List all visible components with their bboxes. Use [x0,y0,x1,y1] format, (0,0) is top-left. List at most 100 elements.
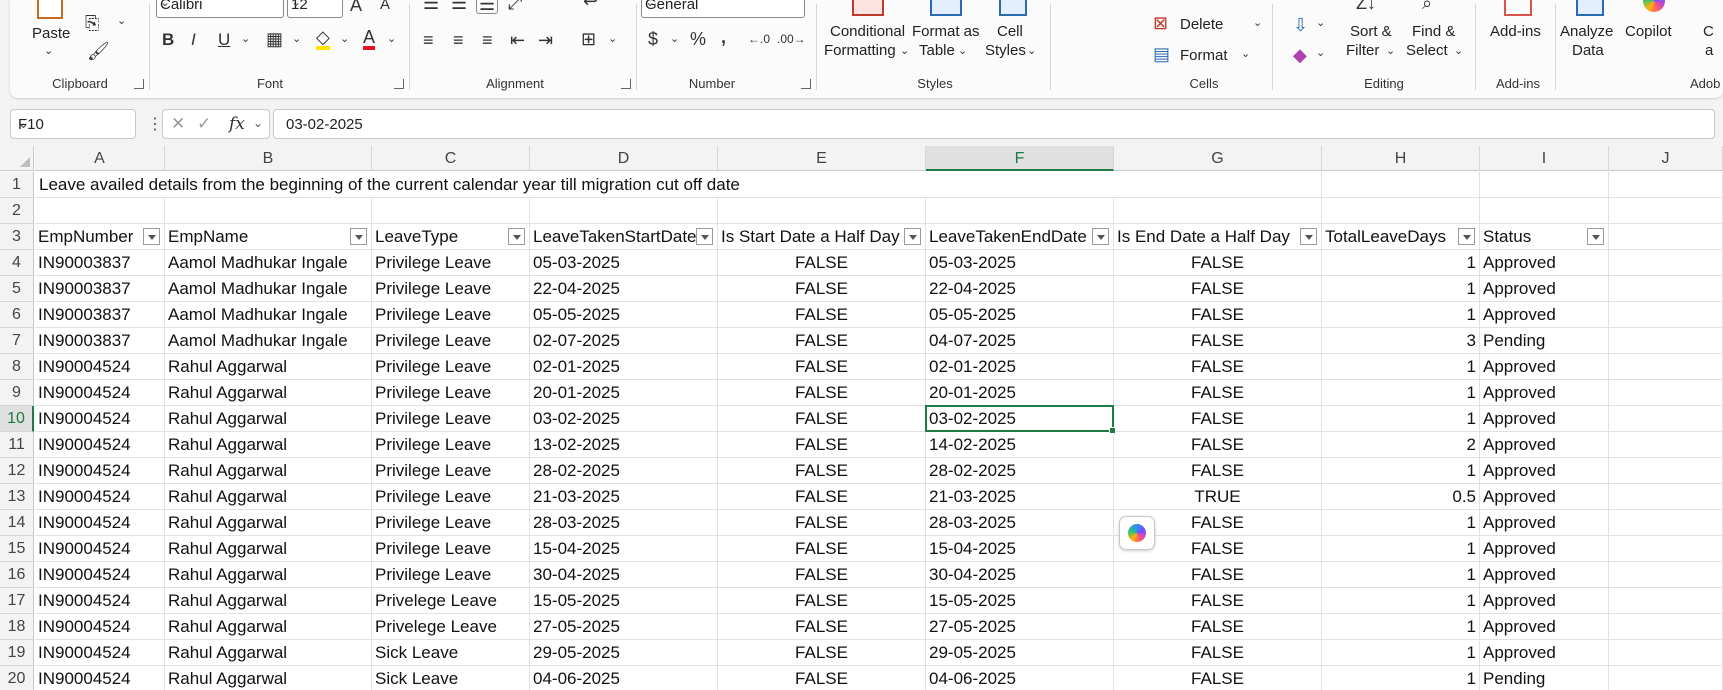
table-cell[interactable]: Pending [1480,328,1609,354]
table-cell[interactable]: 02-01-2025 [530,354,718,380]
empty-cell[interactable] [1114,172,1322,198]
table-cell[interactable]: 1 [1322,562,1480,588]
table-cell[interactable]: 28-02-2025 [926,458,1114,484]
row-header[interactable]: 17 [0,588,34,614]
table-cell[interactable]: 20-01-2025 [926,380,1114,406]
table-cell[interactable]: FALSE [718,276,926,302]
row-header[interactable]: 15 [0,536,34,562]
table-cell[interactable]: Privilege Leave [372,432,530,458]
table-cell[interactable]: FALSE [1114,614,1322,640]
table-cell[interactable]: Approved [1480,484,1609,510]
table-header-cell[interactable]: Is Start Date a Half Day [718,224,926,250]
row-header[interactable]: 18 [0,614,34,640]
empty-cell[interactable] [1609,198,1723,224]
clear-icon[interactable]: ◆ [1293,46,1307,64]
orientation-icon[interactable]: ⤢ [508,0,522,12]
bold-icon[interactable]: B [162,31,174,49]
table-cell[interactable]: Rahul Aggarwal [165,354,372,380]
table-cell[interactable]: FALSE [1114,432,1322,458]
table-cell[interactable]: IN90003837 [35,276,165,302]
chevron-down-icon[interactable]: ⌄ [608,30,617,48]
percent-icon[interactable]: % [690,30,706,48]
table-cell[interactable]: Rahul Aggarwal [165,406,372,432]
table-cell[interactable]: Approved [1480,276,1609,302]
table-cell[interactable]: IN90004524 [35,666,165,690]
empty-cell[interactable] [1609,354,1723,380]
table-cell[interactable]: 1 [1322,666,1480,690]
enter-icon[interactable]: ✓ [197,114,211,134]
table-cell[interactable]: IN90004524 [35,614,165,640]
table-header-cell[interactable]: Is End Date a Half Day [1114,224,1322,250]
format-as-table-button[interactable]: Format as Table ⌄ [910,0,980,64]
chevron-down-icon[interactable]: ⌄ [18,116,129,132]
table-cell[interactable]: FALSE [1114,666,1322,690]
chevron-down-icon[interactable]: ⌄ [1316,44,1325,62]
row-header[interactable]: 8 [0,354,34,380]
empty-cell[interactable] [1609,302,1723,328]
table-cell[interactable]: IN90003837 [35,302,165,328]
format-button[interactable]: ▤ Format ⌄ [1153,45,1253,67]
empty-cell[interactable] [1609,484,1723,510]
table-cell[interactable]: 29-05-2025 [530,640,718,666]
cancel-icon[interactable]: ✕ [171,114,185,134]
empty-cell[interactable] [1609,276,1723,302]
table-cell[interactable]: 13-02-2025 [530,432,718,458]
table-cell[interactable]: FALSE [1114,458,1322,484]
table-cell[interactable]: IN90004524 [35,458,165,484]
table-cell[interactable]: FALSE [718,302,926,328]
table-cell[interactable]: Rahul Aggarwal [165,484,372,510]
table-cell[interactable]: Rahul Aggarwal [165,666,372,690]
empty-cell[interactable] [1609,380,1723,406]
empty-cell[interactable] [1609,614,1723,640]
table-cell[interactable]: Approved [1480,354,1609,380]
chevron-down-icon[interactable]: ⌄ [253,116,263,130]
row-header[interactable]: 14 [0,510,34,536]
table-cell[interactable]: 02-01-2025 [926,354,1114,380]
paste-button[interactable]: Paste ⌄ [28,0,72,57]
table-cell[interactable]: 22-04-2025 [530,276,718,302]
table-cell[interactable]: 29-05-2025 [926,640,1114,666]
table-cell[interactable]: 03-02-2025 [530,406,718,432]
table-cell[interactable]: 22-04-2025 [926,276,1114,302]
table-cell[interactable]: Rahul Aggarwal [165,536,372,562]
top-align-icon[interactable]: ☰ [423,0,439,12]
table-cell[interactable]: IN90004524 [35,588,165,614]
row-header[interactable]: 4 [0,250,34,276]
table-cell[interactable]: FALSE [1114,562,1322,588]
table-cell[interactable]: 05-03-2025 [530,250,718,276]
table-cell[interactable]: Approved [1480,380,1609,406]
column-header[interactable]: D [530,146,718,171]
table-cell[interactable]: Rahul Aggarwal [165,640,372,666]
table-cell[interactable]: Approved [1480,536,1609,562]
filter-dropdown-button[interactable] [904,228,921,245]
empty-cell[interactable] [1609,458,1723,484]
table-cell[interactable]: 27-05-2025 [530,614,718,640]
table-header-cell[interactable]: LeaveTakenEndDate [926,224,1114,250]
table-cell[interactable]: 05-05-2025 [530,302,718,328]
table-cell[interactable]: 1 [1322,510,1480,536]
table-cell[interactable]: IN90004524 [35,510,165,536]
column-header[interactable]: E [718,146,926,171]
table-cell[interactable]: FALSE [1114,302,1322,328]
table-cell[interactable]: 04-06-2025 [530,666,718,690]
format-painter-icon[interactable]: 🖌 [87,42,110,60]
filter-dropdown-button[interactable] [508,228,525,245]
empty-cell[interactable] [165,198,372,224]
table-cell[interactable]: FALSE [718,562,926,588]
row-header[interactable]: 13 [0,484,34,510]
empty-cell[interactable] [35,172,165,198]
table-cell[interactable]: Approved [1480,640,1609,666]
empty-cell[interactable] [1480,172,1609,198]
empty-cell[interactable] [165,172,372,198]
table-cell[interactable]: FALSE [1114,588,1322,614]
filter-dropdown-button[interactable] [350,228,367,245]
empty-cell[interactable] [926,172,1114,198]
font-color-icon[interactable]: A [363,28,376,50]
column-header[interactable]: H [1322,146,1480,171]
table-cell[interactable]: Aamol Madhukar Ingale [165,328,372,354]
copy-dropdown-icon[interactable]: ⌄ [117,12,126,30]
row-header[interactable]: 19 [0,640,34,666]
alignment-launcher-icon[interactable] [621,79,631,89]
empty-cell[interactable] [1609,406,1723,432]
decrease-indent-icon[interactable]: ⇤ [510,31,525,49]
